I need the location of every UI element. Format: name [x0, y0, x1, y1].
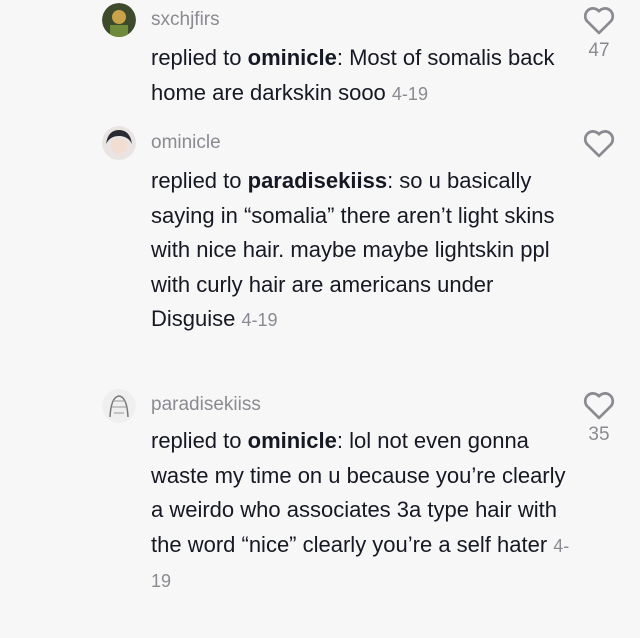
like-count: 35	[588, 424, 610, 445]
comment-text: replied to ominicle: Most of somalis bac…	[151, 41, 571, 111]
avatar[interactable]	[102, 389, 136, 423]
comment-text: replied to ominicle: lol not even gonna …	[151, 424, 571, 599]
heart-outline-icon[interactable]	[582, 390, 616, 420]
heart-outline-icon[interactable]	[582, 5, 616, 35]
heart-outline-icon[interactable]	[582, 128, 616, 158]
comment-date: 4-19	[241, 310, 278, 331]
like-count: 47	[588, 40, 610, 61]
reply-prefix: replied to	[151, 428, 248, 453]
avatar[interactable]	[102, 3, 136, 37]
avatar[interactable]	[102, 126, 136, 160]
comment-date: 4-19	[391, 83, 428, 104]
comment-username[interactable]: ominicle	[151, 132, 221, 154]
reply-prefix: replied to	[151, 168, 248, 193]
comment-text: replied to paradisekiiss: so u basically…	[151, 164, 571, 338]
reply-prefix: replied to	[151, 45, 248, 70]
comment-username[interactable]: paradisekiiss	[151, 394, 261, 416]
reply-to-username[interactable]: ominicle	[248, 45, 337, 70]
comment-username[interactable]: sxchjfirs	[151, 9, 220, 31]
reply-to-username[interactable]: ominicle	[248, 428, 337, 453]
reply-to-username[interactable]: paradisekiiss	[248, 168, 387, 193]
